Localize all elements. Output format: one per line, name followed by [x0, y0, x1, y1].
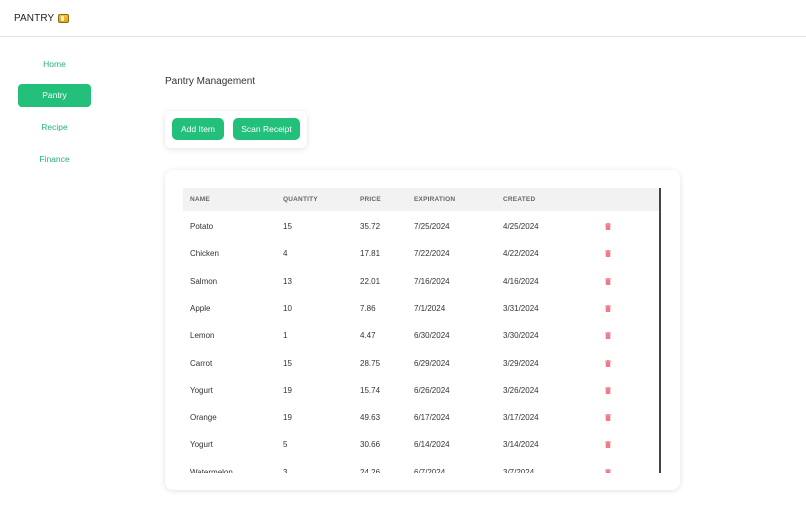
table-row: Lemon 1 4.47 6/30/2024 3/30/2024	[183, 322, 661, 349]
page-title: Pantry Management	[165, 76, 256, 87]
brand-label: PANTRY	[14, 13, 55, 24]
table-row: Apple 10 7.86 7/1/2024 3/31/2024	[183, 295, 661, 322]
cell-price: 30.66	[360, 440, 381, 450]
cell-expiration: 6/26/2024	[414, 385, 450, 395]
cell-quantity: 15	[283, 358, 292, 368]
cell-price: 7.86	[360, 303, 376, 313]
cell-expiration: 7/22/2024	[414, 249, 450, 259]
column-header-expiration[interactable]: EXPIRATION	[414, 196, 455, 203]
trash-icon[interactable]	[605, 386, 611, 394]
cell-name: Potato	[190, 222, 214, 231]
cell-name: Yogurt	[190, 440, 213, 450]
table-row: Watermelon 3 24.26 6/7/2024 3/7/2024	[183, 459, 661, 473]
cell-quantity: 10	[283, 303, 292, 313]
cell-price: 24.26	[360, 467, 381, 473]
sidebar-item-pantry[interactable]: Pantry	[18, 84, 91, 107]
trash-icon[interactable]	[605, 277, 611, 285]
add-item-button[interactable]: Add Item	[172, 118, 224, 140]
cell-price: 49.63	[360, 413, 381, 423]
sidebar-item-home[interactable]: Home	[18, 53, 91, 76]
cell-expiration: 6/14/2024	[414, 440, 450, 450]
cell-name: Carrot	[190, 358, 213, 368]
table-row: Salmon 13 22.01 7/16/2024 4/16/2024	[183, 268, 661, 295]
trash-icon[interactable]	[605, 332, 611, 340]
cell-name: Salmon	[190, 276, 218, 286]
trash-icon[interactable]	[605, 414, 611, 422]
cell-price: 17.81	[360, 249, 381, 259]
cell-created: 3/14/2024	[503, 440, 539, 450]
cell-quantity: 5	[283, 440, 288, 450]
cell-name: Watermelon	[190, 467, 233, 473]
column-header-price[interactable]: PRICE	[360, 196, 381, 203]
column-header-created[interactable]: CREATED	[503, 196, 535, 203]
cell-price: 22.01	[360, 276, 381, 286]
top-bar: PANTRY	[0, 0, 806, 37]
cell-created: 4/22/2024	[503, 249, 539, 259]
cell-created: 4/25/2024	[503, 222, 539, 231]
trash-icon[interactable]	[605, 304, 611, 312]
column-header-name[interactable]: NAME	[190, 196, 210, 203]
cell-name: Apple	[190, 303, 211, 313]
table-row: Potato 15 35.72 7/25/2024 4/25/2024	[183, 213, 661, 240]
cell-expiration: 6/29/2024	[414, 358, 450, 368]
cell-name: Yogurt	[190, 385, 213, 395]
cell-quantity: 1	[283, 331, 288, 341]
cell-created: 3/7/2024	[503, 467, 535, 473]
cell-expiration: 6/30/2024	[414, 331, 450, 341]
cell-created: 3/17/2024	[503, 413, 539, 423]
table-row: Orange 19 49.63 6/17/2024 3/17/2024	[183, 404, 661, 431]
cell-expiration: 7/16/2024	[414, 276, 450, 286]
cell-quantity: 3	[283, 467, 288, 473]
cell-name: Orange	[190, 413, 217, 423]
table-row: Yogurt 5 30.66 6/14/2024 3/14/2024	[183, 431, 661, 458]
trash-icon[interactable]	[605, 359, 611, 367]
cell-price: 28.75	[360, 358, 381, 368]
cell-created: 3/31/2024	[503, 303, 539, 313]
column-header-quantity[interactable]: QUANTITY	[283, 196, 318, 203]
pantry-table-card: NAME QUANTITY PRICE EXPIRATION CREATED P…	[165, 170, 680, 490]
table-scrollbar[interactable]	[659, 188, 661, 473]
table-row: Carrot 15 28.75 6/29/2024 3/29/2024	[183, 350, 661, 377]
trash-icon[interactable]	[605, 468, 611, 473]
pantry-box-icon	[58, 14, 70, 23]
cell-expiration: 6/7/2024	[414, 467, 446, 473]
cell-price: 35.72	[360, 222, 381, 231]
trash-icon[interactable]	[605, 441, 611, 449]
cell-quantity: 13	[283, 276, 292, 286]
cell-expiration: 7/1/2024	[414, 303, 446, 313]
cell-expiration: 6/17/2024	[414, 413, 450, 423]
sidebar-item-recipe[interactable]: Recipe	[18, 116, 91, 139]
cell-name: Chicken	[190, 249, 219, 259]
cell-expiration: 7/25/2024	[414, 222, 450, 231]
cell-quantity: 19	[283, 413, 292, 423]
table-row: Chicken 4 17.81 7/22/2024 4/22/2024	[183, 240, 661, 267]
sidebar-item-finance[interactable]: Finance	[18, 148, 91, 171]
cell-quantity: 4	[283, 249, 288, 259]
table-header: NAME QUANTITY PRICE EXPIRATION CREATED	[183, 188, 661, 211]
trash-icon[interactable]	[605, 250, 611, 258]
cell-price: 4.47	[360, 331, 376, 341]
table-row: Yogurt 19 15.74 6/26/2024 3/26/2024	[183, 377, 661, 404]
scan-receipt-button[interactable]: Scan Receipt	[233, 118, 300, 140]
cell-created: 3/29/2024	[503, 358, 539, 368]
pantry-table[interactable]: NAME QUANTITY PRICE EXPIRATION CREATED P…	[183, 188, 663, 473]
cell-quantity: 15	[283, 222, 292, 231]
cell-quantity: 19	[283, 385, 292, 395]
cell-created: 3/26/2024	[503, 385, 539, 395]
trash-icon[interactable]	[605, 223, 611, 230]
cell-price: 15.74	[360, 385, 381, 395]
cell-created: 3/30/2024	[503, 331, 539, 341]
action-bar: Add Item Scan Receipt	[165, 111, 307, 148]
cell-name: Lemon	[190, 331, 215, 341]
cell-created: 4/16/2024	[503, 276, 539, 286]
brand: PANTRY	[14, 13, 70, 24]
